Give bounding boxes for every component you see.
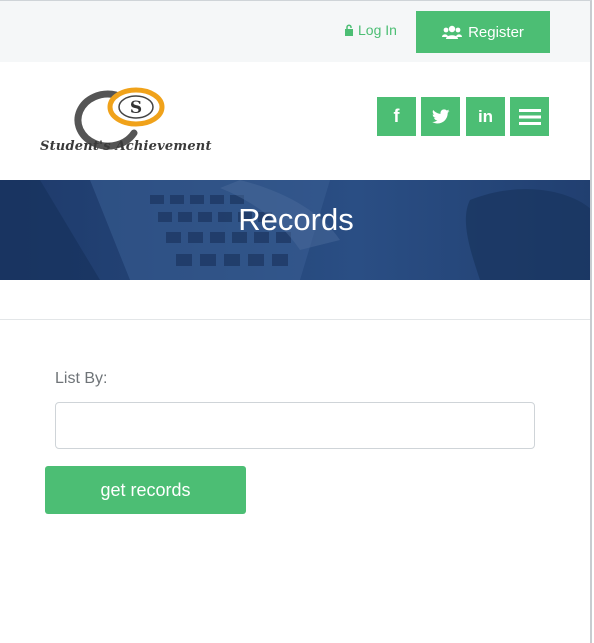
list-by-label: List By: [55, 370, 108, 387]
lock-icon [345, 24, 353, 36]
register-button[interactable]: Register [416, 11, 550, 53]
twitter-button[interactable] [421, 97, 460, 136]
list-by-input[interactable] [55, 402, 535, 449]
facebook-icon: f [393, 106, 400, 126]
menu-icon [518, 108, 541, 125]
hero-banner: Records [0, 180, 590, 280]
page-title: Records [238, 202, 354, 237]
facebook-button[interactable]: f [377, 97, 416, 136]
top-bar: Log In Register [0, 1, 590, 62]
linkedin-icon: in [477, 106, 494, 126]
linkedin-button[interactable]: in [466, 97, 505, 136]
logo-text: Student's Achievement [40, 139, 212, 154]
login-link[interactable]: Log In [344, 22, 397, 38]
get-records-button[interactable]: get records [45, 466, 246, 514]
page-frame: Log In Register S Student's Achievement … [0, 0, 592, 643]
register-label: Register [468, 23, 524, 41]
twitter-icon [431, 109, 449, 124]
logo-letter: S [130, 98, 142, 118]
section-divider [0, 319, 590, 320]
login-label: Log In [358, 22, 397, 38]
users-icon [442, 25, 463, 39]
menu-button[interactable] [510, 97, 549, 136]
